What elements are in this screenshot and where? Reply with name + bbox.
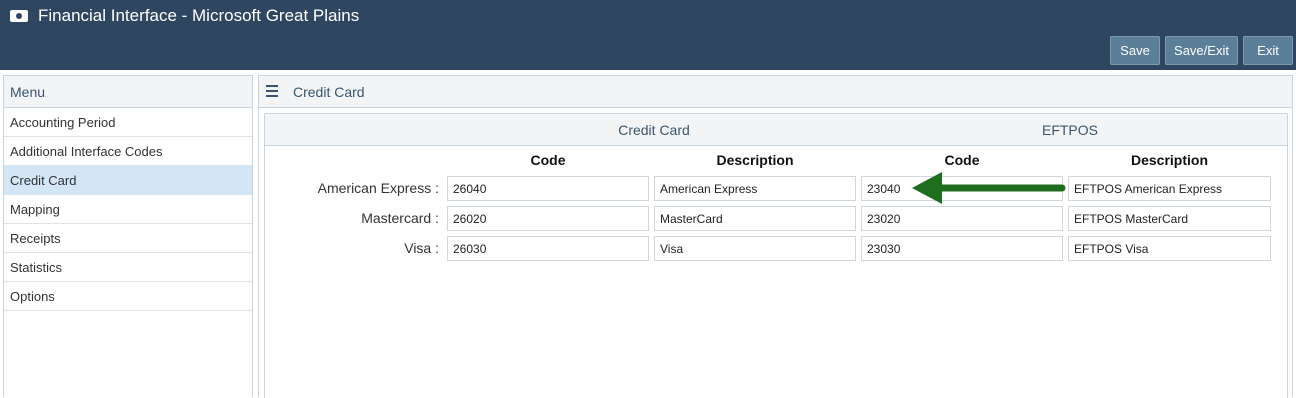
- window-title: Financial Interface - Microsoft Great Pl…: [38, 6, 360, 25]
- panel-title: Credit Card: [293, 83, 365, 100]
- row-label-visa: Visa :: [404, 240, 439, 256]
- group-eftpos: EFTPOS: [1041, 122, 1098, 138]
- column-header-eftpos-code: Code: [944, 152, 980, 168]
- hamburger-menu-icon[interactable]: [266, 85, 278, 100]
- group-credit-card: Credit Card: [618, 122, 690, 138]
- menu-header: Menu: [4, 76, 252, 108]
- visa-eftpos-description-field[interactable]: EFTPOS Visa: [1068, 236, 1271, 261]
- sidebar-item-accounting-period[interactable]: Accounting Period: [4, 108, 252, 137]
- mastercard-eftpos-code-field[interactable]: 23020: [861, 206, 1063, 231]
- save-exit-button[interactable]: Save/Exit: [1165, 36, 1238, 65]
- money-icon: [10, 10, 28, 22]
- visa-cc-code-field[interactable]: 26030: [447, 236, 649, 261]
- sidebar-item-credit-card[interactable]: Credit Card: [4, 166, 252, 195]
- group-header-row: Credit Card EFTPOS: [265, 114, 1287, 146]
- credit-card-grid: Credit Card EFTPOS Code Description Code…: [264, 113, 1288, 398]
- exit-button[interactable]: Exit: [1243, 36, 1293, 65]
- sidebar-item-options[interactable]: Options: [4, 282, 252, 311]
- amex-cc-code-field[interactable]: 26040: [447, 176, 649, 201]
- amex-eftpos-code-field[interactable]: 23040: [861, 176, 1063, 201]
- amex-eftpos-description-field[interactable]: EFTPOS American Express: [1068, 176, 1271, 201]
- visa-cc-description-field[interactable]: Visa: [654, 236, 856, 261]
- save-button[interactable]: Save: [1110, 36, 1160, 65]
- mastercard-cc-code-field[interactable]: 26020: [447, 206, 649, 231]
- row-label-mastercard: Mastercard :: [361, 210, 439, 226]
- column-header-cc-code: Code: [530, 152, 566, 168]
- column-header-cc-description: Description: [716, 152, 794, 168]
- mastercard-cc-description-field[interactable]: MasterCard: [654, 206, 856, 231]
- sidebar-item-statistics[interactable]: Statistics: [4, 253, 252, 282]
- visa-eftpos-code-field[interactable]: 23030: [861, 236, 1063, 261]
- column-header-eftpos-description: Description: [1130, 152, 1208, 168]
- sidebar-item-additional-interface-codes[interactable]: Additional Interface Codes: [4, 137, 252, 166]
- sidebar-item-receipts[interactable]: Receipts: [4, 224, 252, 253]
- credit-card-panel: Credit Card Credit Card EFTPOS Code Desc…: [258, 75, 1293, 398]
- panel-header: Credit Card: [259, 76, 1292, 108]
- sidebar-menu: Menu Accounting Period Additional Interf…: [3, 75, 253, 397]
- sidebar-item-mapping[interactable]: Mapping: [4, 195, 252, 224]
- mastercard-eftpos-description-field[interactable]: EFTPOS MasterCard: [1068, 206, 1271, 231]
- row-label-american-express: American Express :: [317, 180, 439, 196]
- amex-cc-description-field[interactable]: American Express: [654, 176, 856, 201]
- title-bar: Financial Interface - Microsoft Great Pl…: [0, 0, 1296, 70]
